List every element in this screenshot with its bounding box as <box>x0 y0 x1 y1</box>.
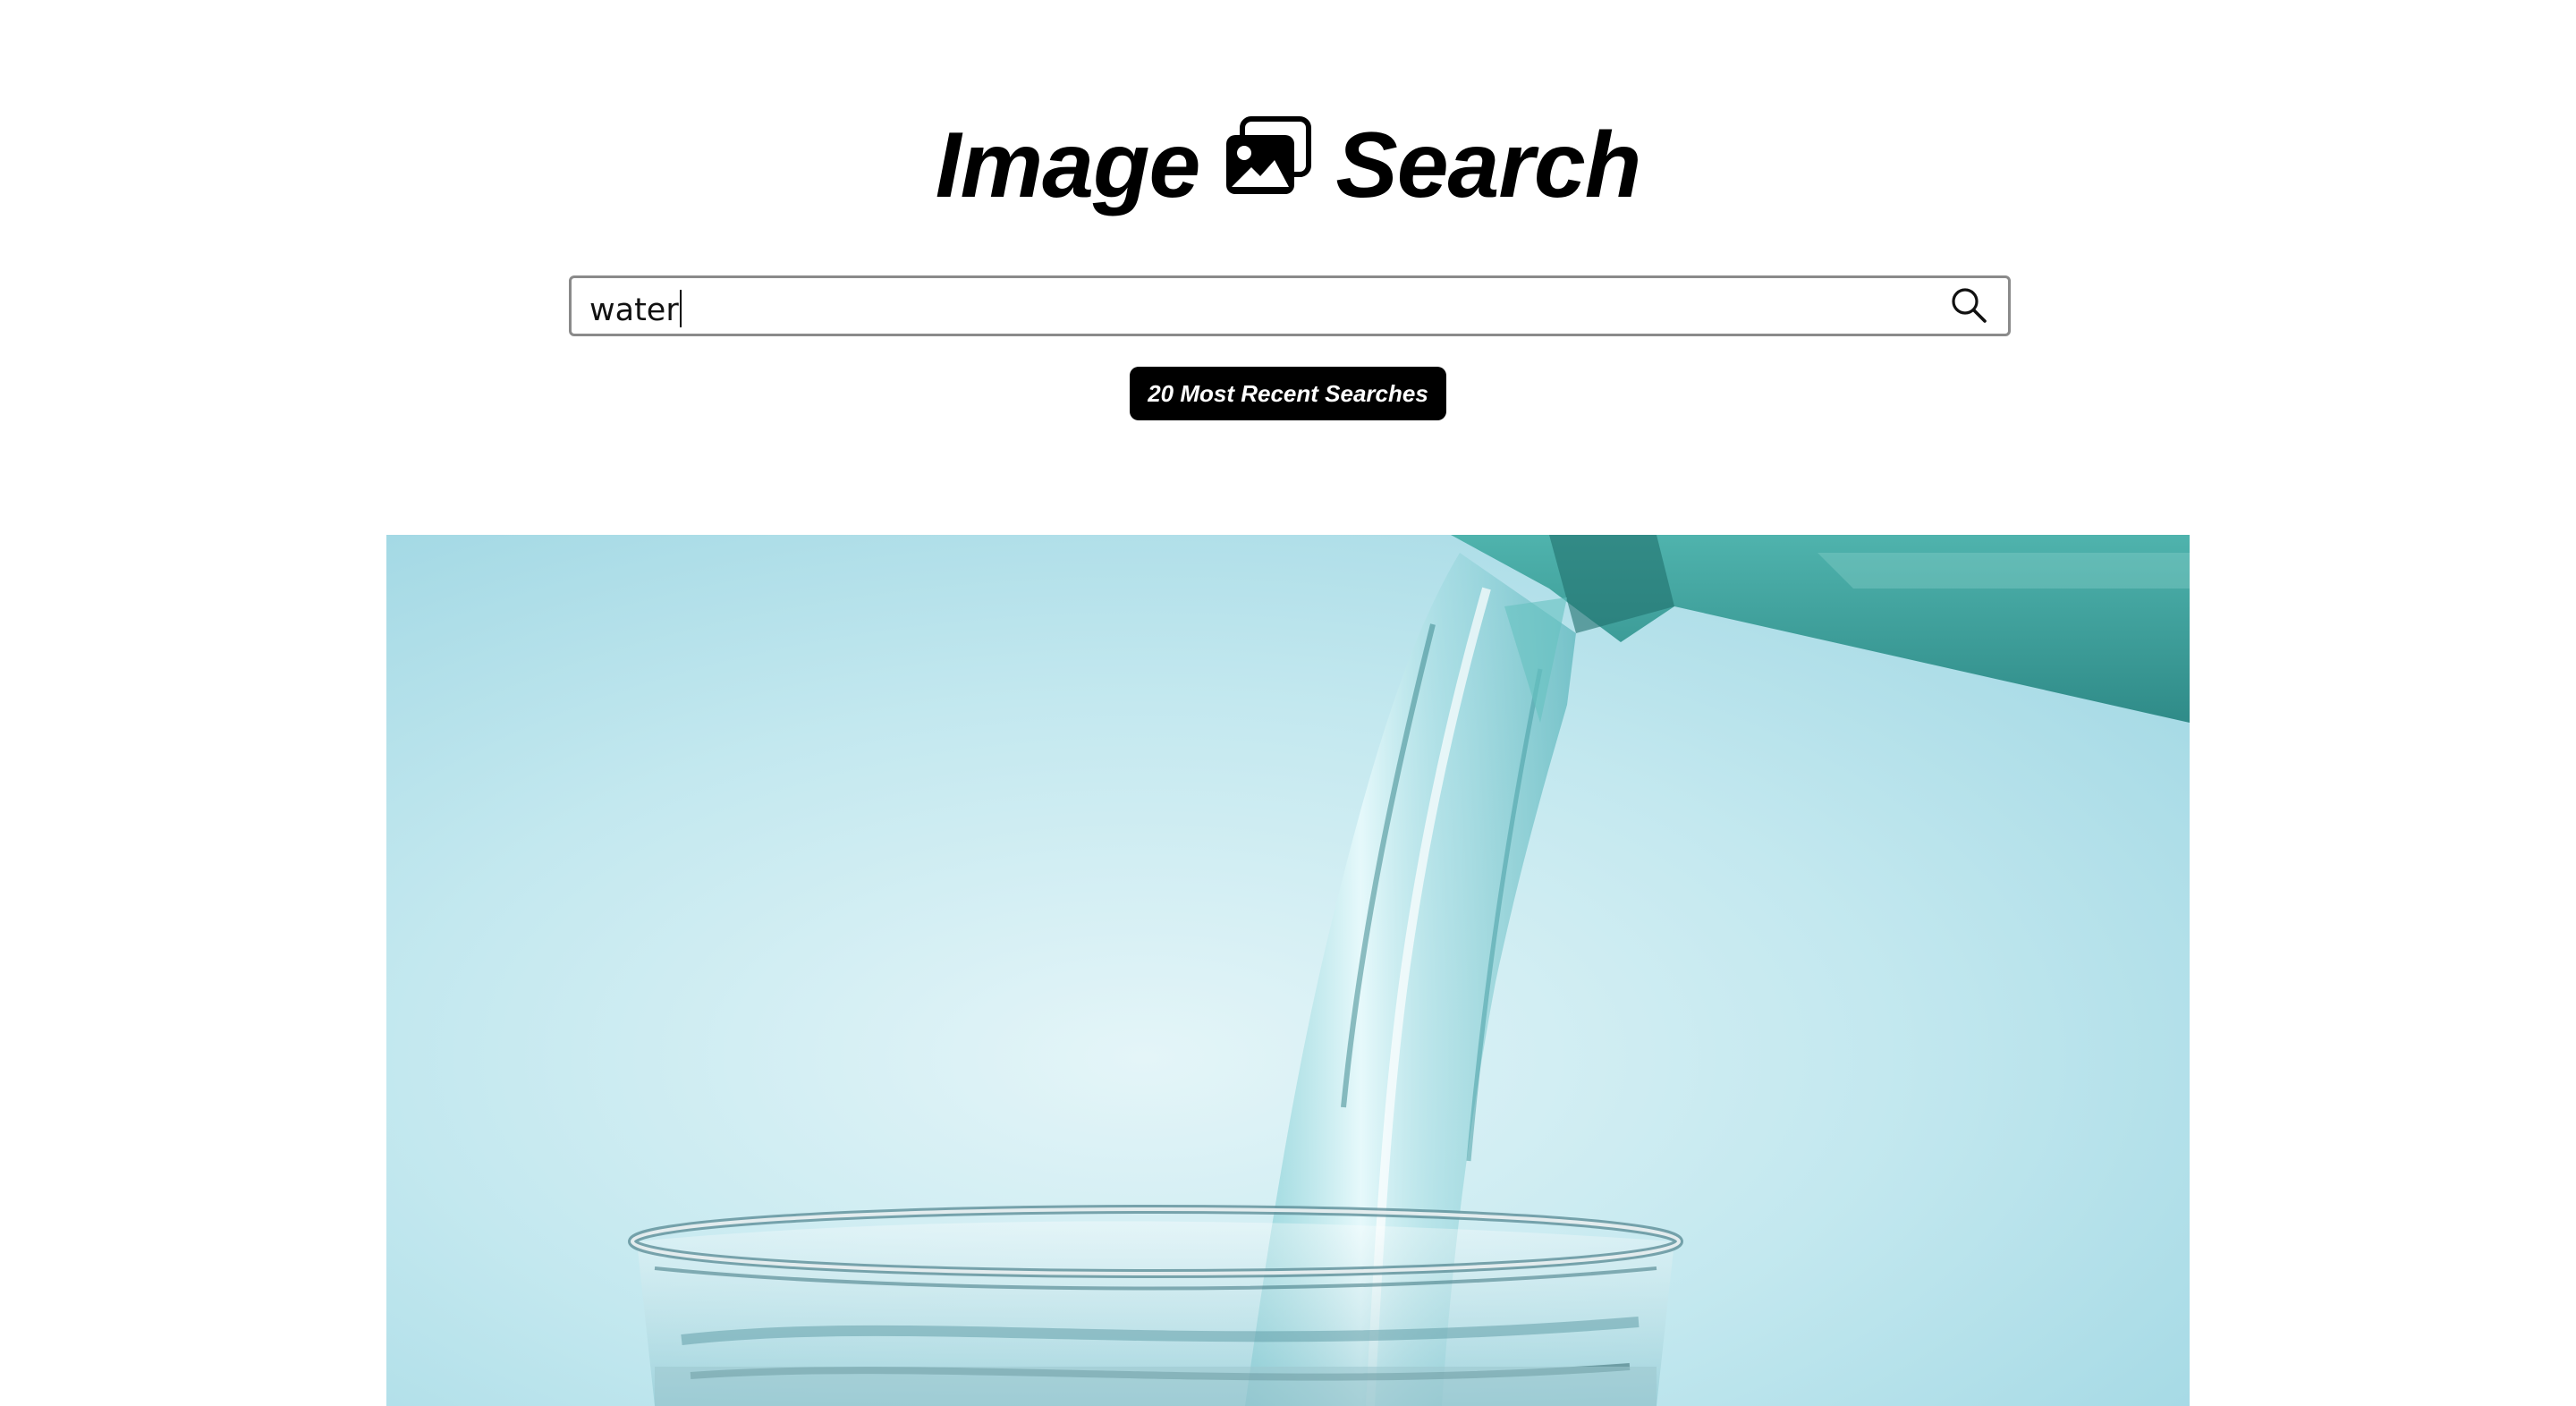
search-bar[interactable]: water <box>569 275 2011 336</box>
recent-searches-button[interactable]: 20 Most Recent Searches <box>1130 367 1446 420</box>
result-image[interactable] <box>386 535 2190 1406</box>
search-button[interactable] <box>1949 285 1990 326</box>
images-icon <box>1223 115 1312 198</box>
search-icon <box>1952 288 1987 323</box>
page-title: Image Search <box>0 98 2576 233</box>
title-word-image: Image <box>935 114 1201 217</box>
search-input-value: water <box>589 292 679 328</box>
text-caret <box>679 290 682 327</box>
page: Image Search water 20 Most Recent Search… <box>0 0 2576 1406</box>
search-input[interactable]: water <box>589 290 682 328</box>
title-word-search: Search <box>1335 114 1641 217</box>
recent-searches-label: 20 Most Recent Searches <box>1148 379 1428 407</box>
water-pouring-photo <box>386 535 2190 1406</box>
